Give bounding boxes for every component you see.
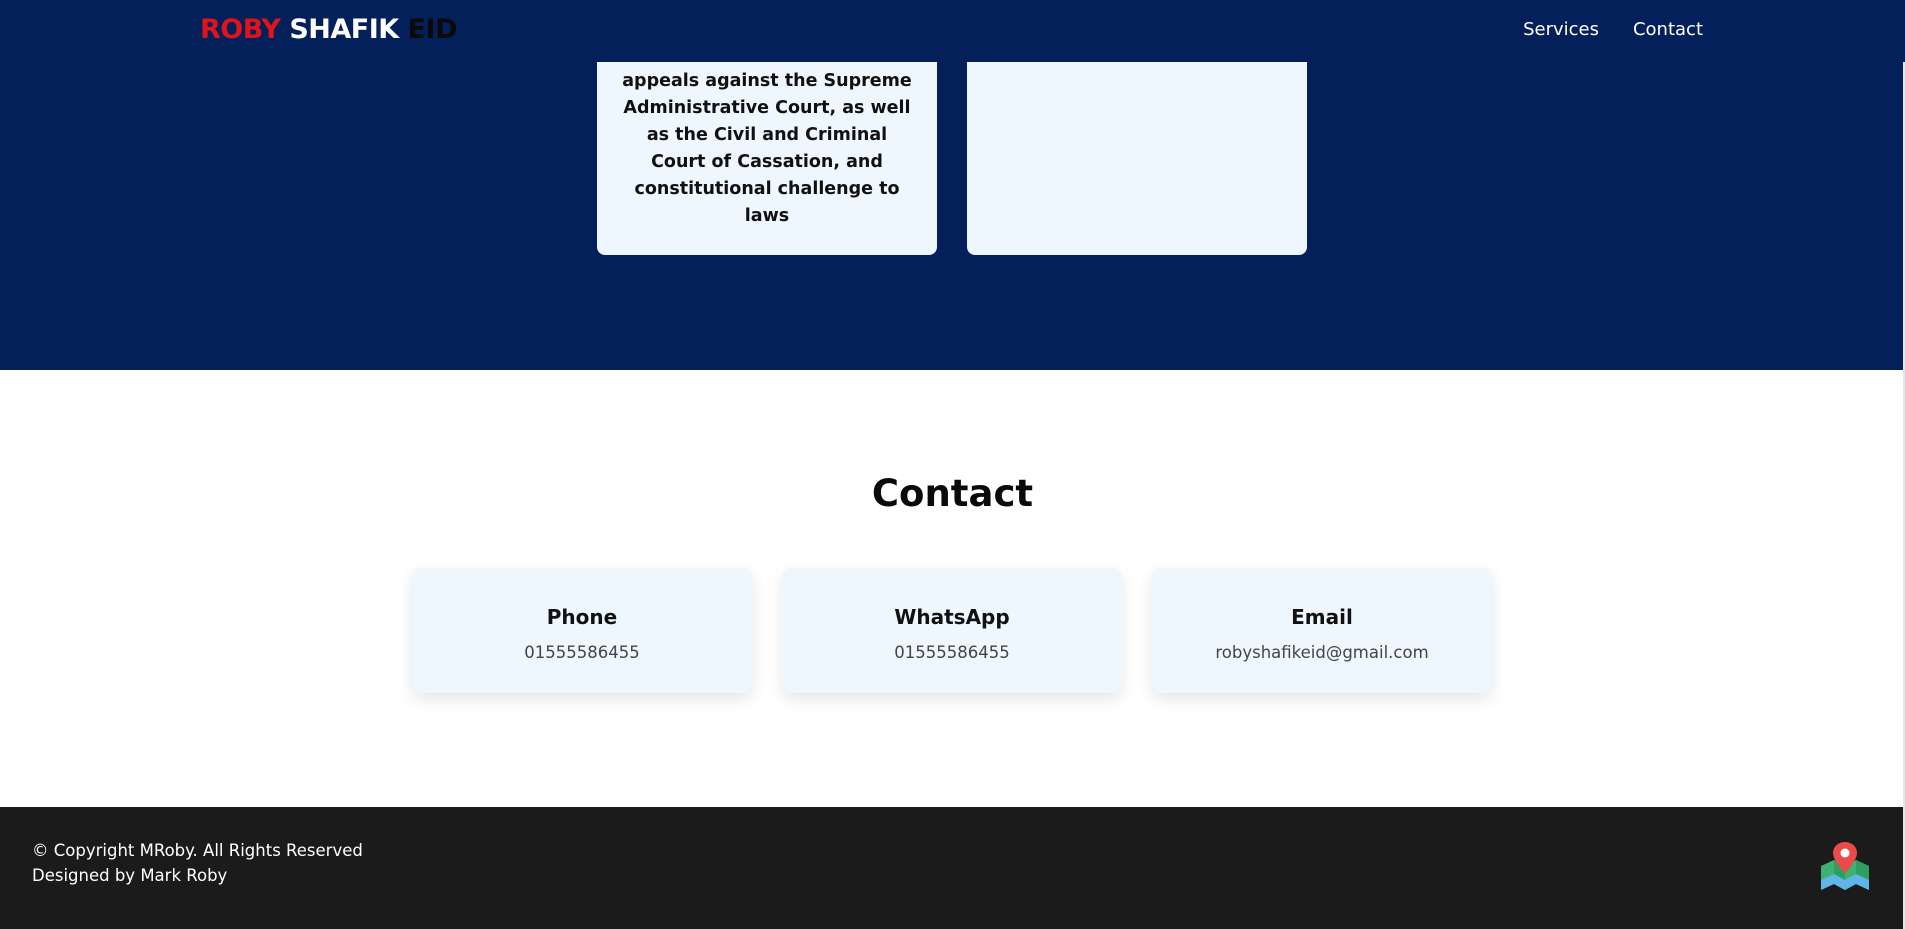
logo-word-eid: EID bbox=[407, 14, 458, 45]
contact-card-phone: Phone 01555586455 bbox=[412, 568, 752, 693]
map-icon[interactable] bbox=[1818, 840, 1872, 894]
contact-card-title: Email bbox=[1291, 605, 1353, 629]
logo-word-shafik: SHAFIK bbox=[289, 14, 399, 45]
service-card-text: appeals against the Supreme Administrati… bbox=[622, 71, 912, 226]
email-address[interactable]: robyshafikeid@gmail.com bbox=[1152, 643, 1492, 662]
logo-word-roby: ROBY bbox=[200, 14, 281, 45]
site-footer: © Copyright MRoby. All Rights Reserved D… bbox=[0, 807, 1905, 929]
phone-number[interactable]: 01555586455 bbox=[412, 643, 752, 662]
contact-card-email: Email robyshafikeid@gmail.com bbox=[1152, 568, 1492, 693]
contact-card-title: WhatsApp bbox=[894, 605, 1010, 629]
designer-credit: Designed by Mark Roby bbox=[32, 866, 228, 885]
nav-link-contact[interactable]: Contact bbox=[1633, 19, 1703, 40]
contact-heading: Contact bbox=[871, 472, 1034, 515]
contact-card-whatsapp: WhatsApp 01555586455 bbox=[782, 568, 1122, 693]
site-header: ROBY SHAFIK EID Services Contact bbox=[0, 0, 1905, 62]
contact-card-title: Phone bbox=[546, 605, 618, 629]
nav-link-services[interactable]: Services bbox=[1523, 19, 1599, 40]
main-nav: Services Contact bbox=[1523, 19, 1703, 40]
map-pin-icon bbox=[1821, 842, 1869, 890]
copyright-text: © Copyright MRoby. All Rights Reserved bbox=[32, 841, 363, 860]
site-logo[interactable]: ROBY SHAFIK EID bbox=[200, 14, 457, 45]
whatsapp-number[interactable]: 01555586455 bbox=[782, 643, 1122, 662]
